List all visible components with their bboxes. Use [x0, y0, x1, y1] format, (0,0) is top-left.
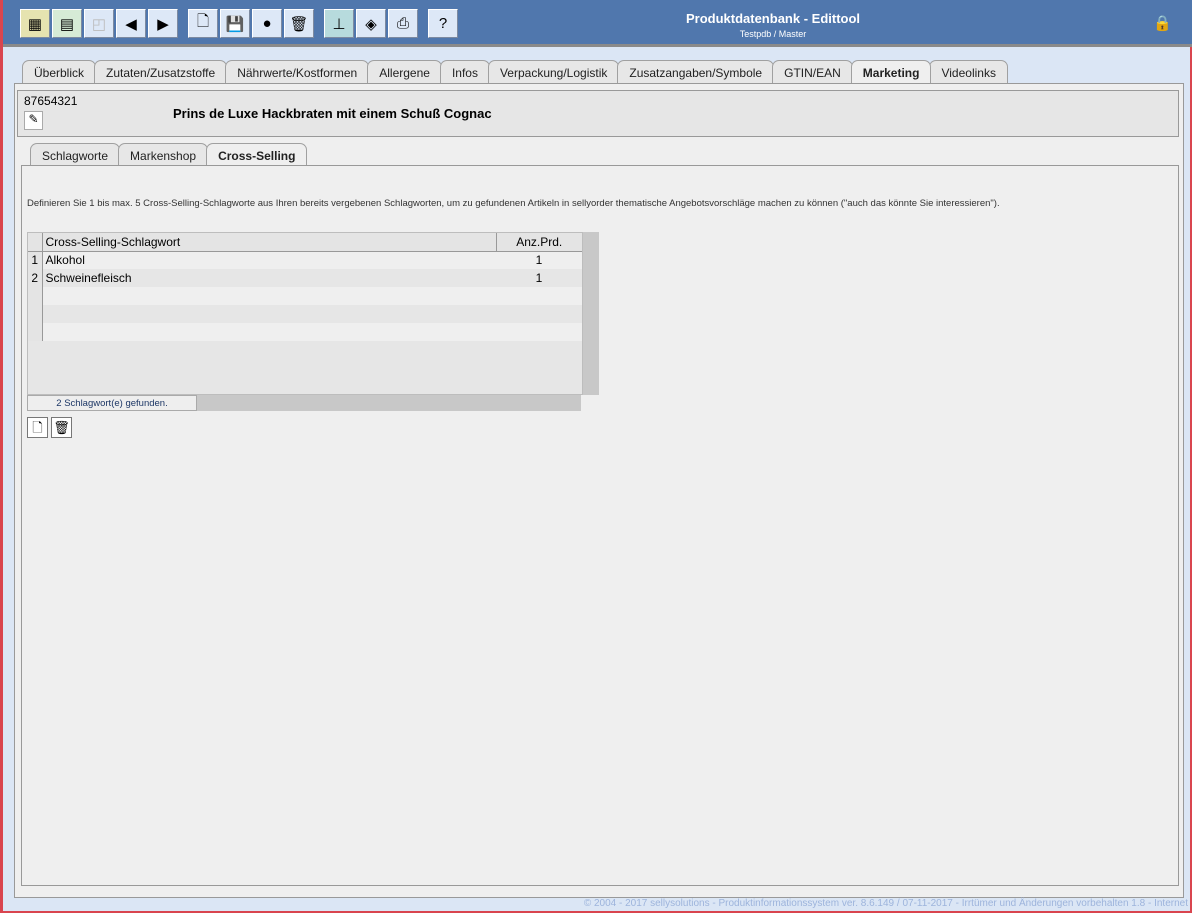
cell-anz-prd: 1 — [535, 253, 543, 268]
tab-gtin[interactable]: GTIN/EAN — [772, 60, 853, 83]
horizontal-scrollbar[interactable] — [197, 395, 581, 411]
table-icon: ▤ — [59, 15, 75, 33]
globe-icon: ● — [262, 15, 272, 32]
forward-icon: ▶ — [157, 15, 169, 33]
cross-selling-table: Cross-Selling-Schlagwort Anz.Prd. 1 Alko… — [27, 232, 583, 395]
tab-videolinks[interactable]: Videolinks — [929, 60, 1008, 83]
new-document-icon: 🗋 — [32, 420, 43, 435]
folder-button[interactable]: ◰ — [84, 9, 114, 38]
new-button[interactable]: 🗋 — [188, 9, 218, 38]
print-button[interactable]: ⎙ — [388, 9, 418, 38]
table-row-empty[interactable] — [28, 323, 582, 341]
back-button[interactable]: ◀ — [116, 9, 146, 38]
description-text: Definieren Sie 1 bis max. 5 Cross-Sellin… — [27, 198, 1000, 209]
table-row-empty[interactable] — [28, 305, 582, 323]
globe-button[interactable]: ● — [252, 9, 282, 38]
product-name: Prins de Luxe Hackbraten mit einem Schuß… — [173, 106, 492, 121]
tab-verpackung[interactable]: Verpackung/Logistik — [487, 60, 620, 83]
subtab-markenshop[interactable]: Markenshop — [118, 143, 209, 165]
add-button[interactable]: 🗋 — [27, 417, 48, 438]
header-bar: ▦ ▤ ◰ ◀ ▶ 🗋 💾 ● 🗑 ⊥ ◈ ⎙ ? Produktdatenba… — [3, 0, 1192, 47]
search-grid-icon: ▦ — [27, 15, 43, 33]
subtab-cross-selling[interactable]: Cross-Selling — [206, 143, 308, 165]
subtab-schlagworte[interactable]: Schlagworte — [30, 143, 121, 165]
edit-icon[interactable]: ✎ — [24, 111, 43, 130]
help-button[interactable]: ? — [428, 9, 458, 38]
lock-icon[interactable]: 🔒 — [1153, 14, 1172, 32]
app-subtitle: Testpdb / Master — [739, 29, 807, 39]
tab-allergene[interactable]: Allergene — [367, 60, 442, 83]
tab-zusatzangaben[interactable]: Zusatzangaben/Symbole — [617, 60, 775, 83]
delete-row-button[interactable]: 🗑 — [51, 417, 72, 438]
footer-text: © 2004 - 2017 sellysolutions - Produktin… — [583, 898, 1188, 909]
export-icon: ◈ — [365, 15, 377, 33]
table-row[interactable]: 1 Alkohol 1 — [28, 251, 582, 269]
trash-icon: 🗑 — [289, 15, 309, 33]
export-button[interactable]: ◈ — [356, 9, 386, 38]
table-row[interactable]: 2 Schweinefleisch 1 — [28, 269, 582, 287]
table-button[interactable]: ▤ — [52, 9, 82, 38]
vertical-scrollbar[interactable] — [583, 232, 599, 395]
forward-button[interactable]: ▶ — [148, 9, 178, 38]
new-document-icon: 🗋 — [196, 13, 210, 30]
table-row-empty[interactable] — [28, 287, 582, 305]
print-icon: ⎙ — [396, 15, 409, 32]
tab-infos[interactable]: Infos — [439, 60, 490, 83]
save-button[interactable]: 💾 — [220, 9, 250, 38]
status-count: 2 Schlagwort(e) gefunden. — [27, 395, 197, 411]
search-grid-button[interactable]: ▦ — [20, 9, 50, 38]
column-header-anz-prd[interactable]: Anz.Prd. — [496, 233, 582, 251]
tab-marketing[interactable]: Marketing — [850, 60, 932, 83]
help-icon: ? — [438, 15, 448, 32]
folder-icon: ◰ — [91, 15, 107, 33]
tab-zutaten[interactable]: Zutaten/Zusatzstoffe — [94, 60, 228, 83]
product-header: 87654321 ✎ Prins de Luxe Hackbraten mit … — [17, 90, 1179, 137]
trash-icon: 🗑 — [53, 420, 70, 435]
back-icon: ◀ — [125, 15, 137, 33]
save-icon: 💾 — [225, 15, 245, 33]
tab-ueberblick[interactable]: Überblick — [22, 60, 97, 83]
delete-button[interactable]: 🗑 — [284, 9, 314, 38]
app-title: Produktdatenbank - Edittool — [685, 11, 861, 26]
column-header-schlagwort[interactable]: Cross-Selling-Schlagwort — [42, 233, 497, 251]
cell-anz-prd: 1 — [535, 271, 543, 285]
cell-schlagwort[interactable]: Alkohol — [42, 251, 496, 269]
hierarchy-button[interactable]: ⊥ — [324, 9, 354, 38]
hierarchy-icon: ⊥ — [332, 15, 346, 33]
tab-naehrwerte[interactable]: Nährwerte/Kostformen — [225, 60, 370, 83]
cell-schlagwort[interactable]: Schweinefleisch — [42, 269, 496, 287]
product-id: 87654321 — [24, 94, 78, 108]
